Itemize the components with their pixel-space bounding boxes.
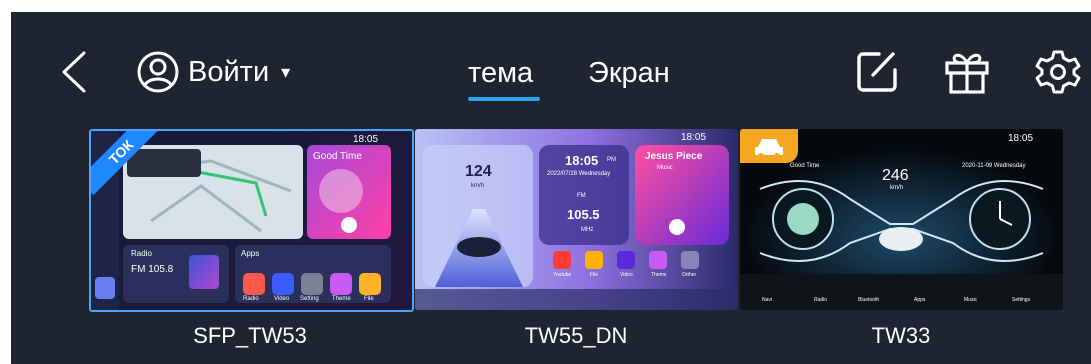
active-tab-indicator (468, 97, 540, 101)
theme-preview-sfp-tw53 (91, 131, 412, 310)
theme-name: TW33 (871, 323, 931, 348)
preview-speed: 246 (882, 167, 909, 184)
preview-dock-label: Settings (1012, 297, 1031, 303)
preview-app-label: File (364, 296, 374, 302)
user-avatar-icon (137, 51, 179, 93)
preview-dock-label: Apps (914, 297, 926, 303)
preview-time: 18:05 (1008, 133, 1034, 144)
car-badge (740, 129, 798, 163)
theme-name: TW55_DN (524, 323, 628, 348)
preview-music-title: Good Time (313, 151, 362, 162)
preview-radio-freq: FM 105.8 (131, 264, 174, 275)
preview-speed: 124 (465, 163, 492, 180)
preview-freq: 105.5 (567, 207, 600, 222)
preview-dock-label: Navi (762, 297, 773, 303)
preview-time: 18:05 (681, 132, 707, 143)
theme-name: SFP_TW53 (193, 323, 307, 348)
preview-time: 18:05 (353, 134, 379, 145)
preview-app-label: Youtube (553, 272, 572, 278)
preview-app-label: Theme (651, 272, 667, 278)
preview-app-label: File (590, 272, 599, 278)
preview-dock-label: Bluetooth (858, 297, 880, 303)
gift-icon[interactable] (943, 48, 991, 96)
login-label: Войти (188, 56, 270, 88)
preview-date: 2020-11-09 Wednesday (962, 163, 1026, 169)
preview-speed-unit: km/h (471, 183, 485, 189)
preview-app-label: Video (274, 296, 290, 302)
preview-song: Good Time (790, 163, 820, 169)
edit-icon[interactable] (853, 48, 901, 96)
preview-freq-unit: MHz (581, 227, 594, 233)
theme-card-tw55-dn[interactable]: 18:05 124 km/h 18:05 PM 2022/07/28 Wedne… (415, 129, 738, 310)
preview-dock-label: Radio (814, 297, 828, 303)
preview-dock-label: Music (964, 297, 978, 303)
car-icon (755, 139, 783, 159)
preview-song-sub: Music (657, 165, 673, 171)
preview-apps-label: Apps (241, 249, 260, 258)
tab-theme[interactable]: тема (468, 53, 533, 93)
theme-card-tw33[interactable]: 18:05 246 km/h Good Time 2020-11-09 Wedn… (740, 129, 1063, 310)
login-button[interactable]: Войти ▾ (136, 50, 290, 94)
preview-clock-suffix: PM (607, 157, 616, 163)
preview-app-label: Setting (300, 296, 319, 302)
preview-app-label: Radio (243, 296, 259, 302)
chevron-down-icon: ▾ (281, 62, 291, 82)
tab-screen[interactable]: Экран (588, 53, 670, 93)
theme-card-sfp-tw53[interactable]: 18:05 Good Time Radio FM 105.8 Apps Radi… (89, 129, 414, 312)
preview-clock: 18:05 (565, 153, 599, 168)
preview-band: FM (577, 193, 586, 199)
settings-gear-icon[interactable] (1034, 48, 1082, 96)
preview-radio-label: Radio (131, 249, 152, 258)
preview-app-label: Video (620, 272, 633, 278)
preview-speed-unit: km/h (890, 185, 904, 191)
back-arrow-icon[interactable] (56, 49, 90, 95)
preview-app-label: Theme (332, 296, 351, 302)
preview-date: 2022/07/28 Wednesday (547, 171, 611, 177)
preview-song: Jesus Piece (645, 151, 703, 162)
preview-app-label: Orther (682, 272, 697, 278)
